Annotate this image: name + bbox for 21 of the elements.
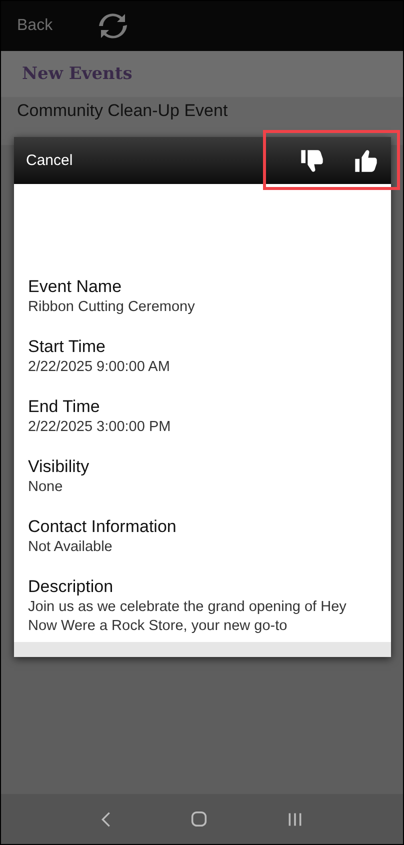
section-title: New Events <box>22 64 132 84</box>
back-button[interactable]: Back <box>17 17 53 35</box>
field-label: Contact Information <box>28 516 178 538</box>
field-value: 2/22/2025 9:00:00 AM <box>28 358 171 377</box>
field-label: End Time <box>28 396 101 418</box>
back-nav-icon[interactable] <box>101 810 111 828</box>
field-label: Visibility <box>28 456 90 478</box>
field-value: Join us as we celebrate the grand opening of Hey Now Were a Rock Store, your new go-to <box>28 598 348 636</box>
field-value: Not Available <box>28 538 114 557</box>
field-label: Event Name <box>28 276 123 298</box>
recents-icon[interactable] <box>287 812 303 826</box>
field-label: Start Time <box>28 336 106 358</box>
field-value: None <box>28 478 64 497</box>
home-icon[interactable] <box>191 811 207 827</box>
field-label: Description <box>28 576 114 598</box>
cancel-button[interactable]: Cancel <box>20 151 79 170</box>
thumbs-up-icon[interactable] <box>353 148 379 174</box>
thumbs-down-icon[interactable] <box>299 148 325 174</box>
field-value: 2/22/2025 3:00:00 PM <box>28 418 172 437</box>
field-value: Ribbon Cutting Ceremony <box>28 298 196 317</box>
event-title: Community Clean-Up Event <box>17 101 228 120</box>
